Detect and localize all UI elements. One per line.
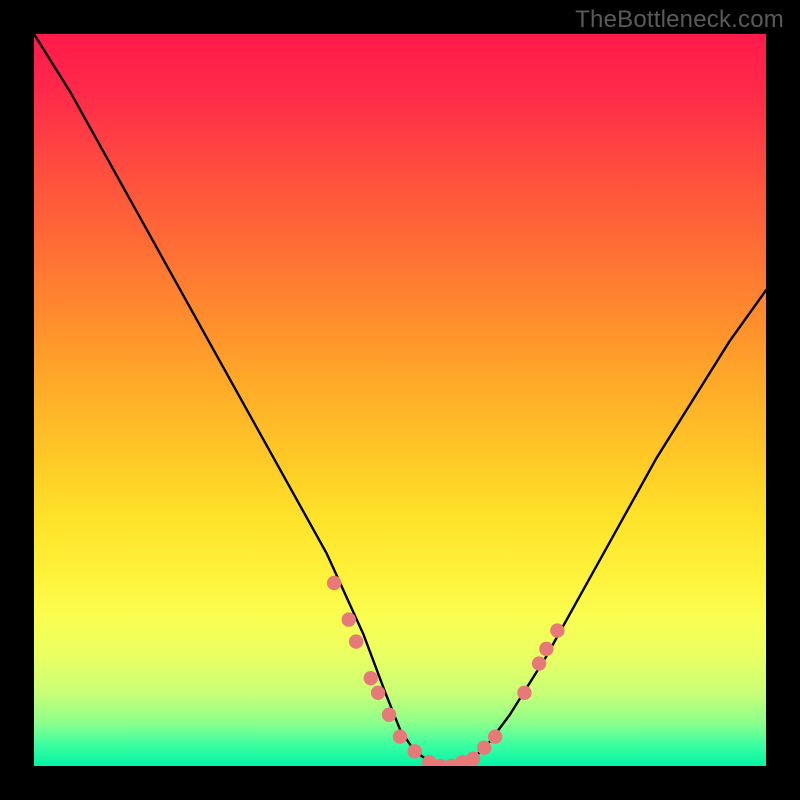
marker-point xyxy=(488,730,502,744)
highlighted-markers xyxy=(34,34,766,766)
marker-point xyxy=(327,576,341,590)
marker-point xyxy=(517,686,531,700)
marker-point xyxy=(371,686,385,700)
marker-point xyxy=(342,612,356,626)
marker-point xyxy=(539,642,553,656)
marker-point xyxy=(550,623,564,637)
marker-point xyxy=(393,730,407,744)
marker-point xyxy=(349,634,363,648)
marker-point xyxy=(407,744,421,758)
marker-point xyxy=(466,751,480,765)
marker-point xyxy=(364,671,378,685)
chart-gradient-background xyxy=(34,34,766,766)
marker-point xyxy=(382,708,396,722)
marker-point xyxy=(532,656,546,670)
marker-point xyxy=(477,741,491,755)
watermark-text: TheBottleneck.com xyxy=(575,6,784,34)
